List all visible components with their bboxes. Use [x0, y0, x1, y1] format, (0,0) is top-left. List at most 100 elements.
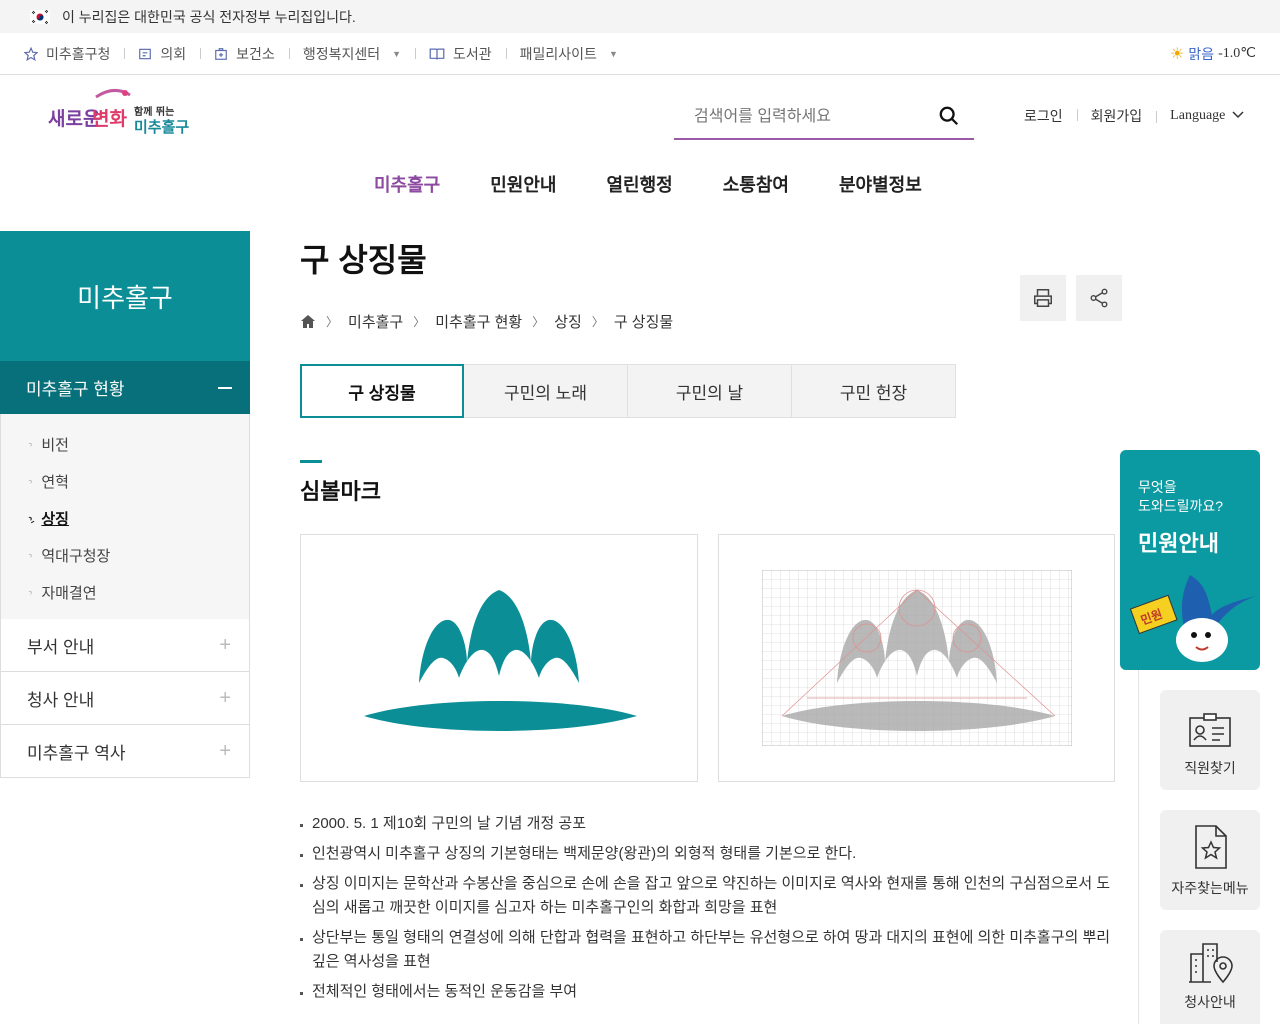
gnb-item-open-administration[interactable]: 열린행정	[607, 171, 673, 197]
quick-button-label: 직원찾기	[1184, 760, 1236, 776]
util-link-council[interactable]: 의회	[124, 44, 200, 64]
dropdown-caret-icon: ▼	[608, 48, 618, 59]
site-logo[interactable]: 새로운 변화 함께 뛰는 미추홀구	[48, 87, 198, 137]
breadcrumb-separator: 〉	[326, 315, 339, 329]
korea-flag-icon	[30, 9, 50, 24]
description-text: 상징 이미지는 문학산과 수봉산을 중심으로 손에 손을 잡고 앞으로 약진하는…	[312, 875, 1111, 916]
search-input[interactable]	[694, 107, 934, 126]
medical-bag-icon	[215, 47, 228, 60]
util-link-label: 미추홀구청	[46, 45, 111, 62]
search-bar	[674, 95, 974, 140]
site-header: 새로운 변화 함께 뛰는 미추홀구 로그인 회원가입 Language 미추홀구…	[0, 75, 1280, 230]
sidebar-menu-label: 미추홀구 현황	[26, 380, 125, 399]
print-icon	[1034, 289, 1052, 307]
sidebar-subitem-history[interactable]: 연혁	[1, 463, 249, 500]
home-icon[interactable]	[300, 314, 316, 329]
util-link-label: 패밀리사이트	[519, 45, 597, 62]
sidebar-menu-status[interactable]: 미추홀구 현황	[0, 361, 250, 414]
quick-button-label: 청사안내	[1184, 994, 1236, 1010]
symbol-images	[300, 534, 1120, 782]
document-star-icon	[1195, 825, 1227, 869]
sidebar-menu-office-guide[interactable]: 청사 안내 +	[0, 672, 250, 725]
share-button[interactable]	[1076, 275, 1122, 321]
quick-menu-divider	[1138, 670, 1139, 1024]
language-label: Language	[1170, 108, 1226, 123]
description-text: 상단부는 통일 형태의 연결성에 의해 단합과 협력을 표현하고 하단부는 유선…	[312, 929, 1111, 970]
book-icon	[429, 47, 445, 60]
quick-button-label: 자주찾는메뉴	[1171, 880, 1249, 896]
util-link-label: 도서관	[453, 45, 492, 62]
favorite-menu-button[interactable]: 자주찾는메뉴	[1160, 810, 1260, 910]
gov-banner: 이 누리집은 대한민국 공식 전자정부 누리집입니다.	[0, 0, 1280, 33]
breadcrumb-item[interactable]: 상징	[554, 311, 582, 332]
sidebar-subitem-sister-cities[interactable]: 자매결연	[1, 574, 249, 611]
description-text: 2000. 5. 1 제10회 구민의 날 기념 개정 공포	[312, 815, 587, 832]
breadcrumb-item[interactable]: 미추홀구 현황	[435, 311, 522, 332]
banner-line-2: 도와드릴까요?	[1138, 498, 1224, 514]
utility-bar: 미추홀구청 의회 보건소 행정복지센터 ▼ 도서관 패밀리사이트 ▼ ☀ 맑음 …	[0, 33, 1280, 75]
page-title: 구 상징물	[300, 242, 427, 278]
civil-service-banner[interactable]: 무엇을 도와드릴까요? 민원안내 민원	[1120, 450, 1260, 670]
breadcrumb-separator: 〉	[532, 315, 545, 329]
breadcrumb-separator: 〉	[413, 315, 426, 329]
description-text: 인천광역시 미추홀구 상징의 기본형태는 백제문양(왕관)의 외형적 형태를 기…	[312, 845, 857, 862]
sidebar-menu-label: 미추홀구 역사	[27, 743, 126, 763]
util-link-district-office[interactable]: 미추홀구청	[24, 44, 124, 64]
util-link-welfare-center[interactable]: 행정복지센터 ▼	[288, 44, 415, 64]
breadcrumb-current: 구 상징물	[613, 314, 674, 331]
symbol-description-list: 2000. 5. 1 제10회 구민의 날 기념 개정 공포 인천광역시 미추홀…	[300, 812, 1115, 1004]
sidebar-title: 미추홀구	[0, 231, 250, 361]
description-item: 상징 이미지는 문학산과 수봉산을 중심으로 손에 손을 잡고 앞으로 약진하는…	[300, 872, 1115, 920]
weather-temperature: -1.0℃	[1218, 46, 1256, 61]
gnb-item-field-info[interactable]: 분야별정보	[839, 171, 922, 197]
util-link-library[interactable]: 도서관	[415, 44, 506, 64]
dropdown-caret-icon: ▼	[392, 48, 402, 59]
util-link-label: 행정복지센터	[302, 45, 381, 62]
tab-district-song[interactable]: 구민의 노래	[464, 364, 628, 418]
svg-text:함께 뛰는: 함께 뛰는	[134, 105, 174, 118]
breadcrumb-separator: 〉	[591, 315, 604, 329]
tab-district-symbol[interactable]: 구 상징물	[300, 364, 464, 418]
signup-link[interactable]: 회원가입	[1076, 106, 1157, 126]
tab-citizens-day[interactable]: 구민의 날	[628, 364, 792, 418]
office-guide-button[interactable]: 청사안내	[1160, 930, 1260, 1024]
description-item: 2000. 5. 1 제10회 구민의 날 기념 개정 공포	[300, 812, 1115, 836]
svg-text:변화: 변화	[92, 108, 127, 130]
weather-widget: ☀ 맑음 -1.0℃	[1170, 44, 1256, 64]
sidebar-menu-district-history[interactable]: 미추홀구 역사 +	[0, 725, 250, 778]
breadcrumb: 〉 미추홀구 〉 미추홀구 현황 〉 상징 〉 구 상징물	[300, 311, 1120, 332]
language-selector[interactable]: Language	[1156, 108, 1258, 124]
podium-icon	[139, 48, 152, 59]
gnb-item-communication[interactable]: 소통참여	[723, 171, 789, 197]
member-links: 로그인 회원가입 Language	[1024, 106, 1258, 126]
left-sidebar: 미추홀구 미추홀구 현황 비전 연혁 상징 역대구청장 자매결연 부서 안내 +…	[0, 231, 250, 778]
gnb-item-civil-affairs[interactable]: 민원안내	[490, 171, 556, 197]
sidebar-subitem-symbol[interactable]: 상징	[1, 500, 249, 537]
symbol-mark-image	[300, 534, 698, 782]
util-link-label: 의회	[160, 45, 187, 62]
description-item: 인천광역시 미추홀구 상징의 기본형태는 백제문양(왕관)의 외형적 형태를 기…	[300, 842, 1115, 866]
sidebar-subitem-vision[interactable]: 비전	[1, 426, 249, 463]
mascot-illustration: 민원	[1129, 575, 1260, 662]
staff-search-button[interactable]: 직원찾기	[1160, 690, 1260, 790]
tab-citizens-charter[interactable]: 구민 헌장	[792, 364, 956, 418]
description-item: 상단부는 통일 형태의 연결성에 의해 단합과 협력을 표현하고 하단부는 유선…	[300, 926, 1115, 974]
print-button[interactable]	[1020, 275, 1066, 321]
gnb-item-michuhol[interactable]: 미추홀구	[374, 171, 440, 197]
util-link-family-site[interactable]: 패밀리사이트 ▼	[505, 44, 632, 64]
svg-text:미추홀구: 미추홀구	[134, 118, 189, 136]
breadcrumb-item[interactable]: 미추홀구	[348, 311, 403, 332]
description-text: 전체적인 형태에서는 동적인 운동감을 부여	[312, 983, 578, 1000]
expand-icon: +	[219, 686, 231, 709]
sidebar-menu-label: 부서 안내	[27, 637, 95, 657]
sidebar-subitem-former-mayors[interactable]: 역대구청장	[1, 537, 249, 574]
login-link[interactable]: 로그인	[1024, 106, 1077, 126]
sidebar-menu-departments[interactable]: 부서 안내 +	[0, 619, 250, 672]
sidebar-menu-label: 청사 안내	[27, 690, 95, 710]
chevron-down-icon	[1232, 111, 1244, 119]
search-icon[interactable]	[938, 105, 960, 132]
banner-question: 무엇을 도와드릴까요?	[1120, 450, 1260, 516]
util-link-health-center[interactable]: 보건소	[200, 44, 289, 64]
weather-condition: 맑음	[1188, 45, 1215, 62]
main-content: 구 상징물 〉 미추홀구 〉 미추홀구 현황 〉 상징 〉 구 상징물 구 상징…	[300, 231, 1122, 1010]
